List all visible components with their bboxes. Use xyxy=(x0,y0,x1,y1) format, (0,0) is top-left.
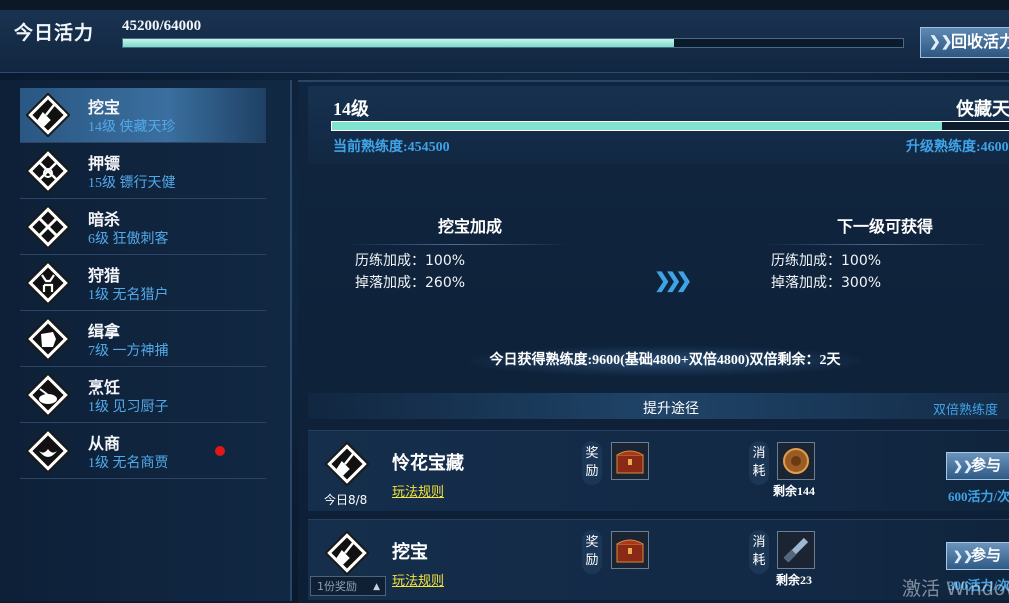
windows-activation-watermark: 激活 Windows xyxy=(902,578,1009,600)
sidebar-item-level: 1级 无名商贾 xyxy=(88,456,169,471)
treasure-chest-icon xyxy=(616,450,644,474)
top-edge xyxy=(0,0,1009,10)
current-proficiency: 当前熟练度:454500 xyxy=(333,140,450,155)
double-proficiency-link[interactable]: 双倍熟练度 xyxy=(933,399,998,418)
remaining-count: 剩余144 xyxy=(773,484,816,498)
current-exp-bonus: 历练加成：100% xyxy=(355,253,466,269)
spyglass-icon xyxy=(783,537,809,563)
shovel-icon xyxy=(324,441,370,487)
vitality-value: 45200/64000 xyxy=(122,18,202,34)
double-chevron-icon: ❯❯ xyxy=(929,35,953,50)
sidebar-item-name: 挖宝 xyxy=(88,100,121,117)
next-bonus-title: 下一级可获得 xyxy=(836,219,933,236)
vitality-cost: 600活力/次 xyxy=(948,489,1009,504)
ingot-icon xyxy=(26,429,70,473)
top-bar xyxy=(0,0,1009,73)
recycle-vitality-label: 回收活力 xyxy=(951,34,1009,51)
sidebar-item-arrest[interactable]: 缉拿 7级 一方神捕 xyxy=(20,312,266,367)
sidebar-item-level: 7级 一方神捕 xyxy=(88,344,169,359)
proficiency-bar xyxy=(331,121,1009,131)
rules-link[interactable]: 玩法规则 xyxy=(392,481,444,500)
double-chevron-icon: ❯❯ xyxy=(953,549,974,563)
sidebar-item-name: 从商 xyxy=(88,436,121,453)
sidebar-item-level: 1级 见习厨子 xyxy=(88,400,169,415)
daily-count: 今日8/8 xyxy=(324,493,368,507)
reward-tag: 奖励 xyxy=(582,530,602,574)
level-title: 侠藏天珍 xyxy=(956,99,1009,119)
sidebar-item-level: 6级 狂傲刺客 xyxy=(88,232,169,247)
sidebar-item-level: 15级 镖行天健 xyxy=(88,176,176,191)
sidebar-item-trade[interactable]: 从商 1级 无名商贾 xyxy=(20,424,266,479)
double-chevron-icon: ❯❯ xyxy=(953,459,974,473)
deer-icon xyxy=(26,261,70,305)
join-label: 参与 xyxy=(971,458,1002,474)
activity-name: 怜花宝藏 xyxy=(392,453,464,473)
divider xyxy=(765,244,990,245)
reward-item-slot[interactable] xyxy=(611,531,649,569)
shovel-icon xyxy=(324,530,370,576)
upgrade-proficiency: 升级熟练度:460000 xyxy=(906,140,1009,155)
rules-link[interactable]: 玩法规则 xyxy=(392,570,444,589)
consume-tag: 消耗 xyxy=(749,441,769,485)
reward-tag: 奖励 xyxy=(582,441,602,485)
sidebar-item-level: 14级 侠藏天珍 xyxy=(88,120,176,135)
sidebar-item-level: 1级 无名猎户 xyxy=(88,288,169,303)
notification-dot xyxy=(215,446,225,456)
vitality-bar-fill xyxy=(123,39,674,47)
treasure-chest-icon xyxy=(616,539,644,563)
sidebar-item-name: 押镖 xyxy=(88,156,121,173)
triangle-up-icon: ▲ xyxy=(373,582,380,592)
sidebar-item-name: 缉拿 xyxy=(88,324,121,341)
sidebar-item-assassin[interactable]: 暗杀 6级 狂傲刺客 xyxy=(20,200,266,255)
sidebar-item-cook[interactable]: 烹饪 1级 见习厨子 xyxy=(20,368,266,423)
today-proficiency-gain: 今日获得熟练度:9600(基础4800+双倍4800)双倍剩余：2天 xyxy=(470,346,860,376)
sidebar-item-name: 狩猎 xyxy=(88,268,121,285)
cooking-pot-icon xyxy=(26,373,70,417)
recycle-vitality-button[interactable]: ❯❯ 回收活力 xyxy=(920,27,1009,58)
escort-crossed-swords-icon xyxy=(26,149,70,193)
consume-item-slot[interactable] xyxy=(777,442,815,480)
activity-name: 挖宝 xyxy=(392,542,428,562)
join-button[interactable]: ❯❯ 参与 xyxy=(946,452,1009,480)
current-bonus-title: 挖宝加成 xyxy=(437,219,502,236)
crossed-daggers-icon xyxy=(26,205,70,249)
remaining-count: 剩余23 xyxy=(776,573,813,587)
join-label: 参与 xyxy=(971,548,1002,564)
consume-tag: 消耗 xyxy=(749,530,769,574)
shovel-icon xyxy=(26,93,70,137)
current-drop-bonus: 掉落加成：260% xyxy=(355,275,466,291)
bronze-mirror-icon xyxy=(783,448,809,474)
fist-icon xyxy=(26,317,70,361)
triple-chevron-icon: ❯❯❯ xyxy=(654,270,692,292)
vitality-bar xyxy=(122,38,904,48)
sidebar-item-hunt[interactable]: 狩猎 1级 无名猎户 xyxy=(20,256,266,311)
current-level: 14级 xyxy=(333,99,369,119)
sidebar-item-escort[interactable]: 押镖 15级 镖行天健 xyxy=(20,144,266,199)
divider xyxy=(345,244,570,245)
reward-count-label: 1份奖励 xyxy=(317,580,357,593)
join-button[interactable]: ❯❯ 参与 xyxy=(946,542,1009,570)
vitality-title: 今日活力 xyxy=(14,23,95,44)
upgrade-title: 提升途径 xyxy=(643,401,699,417)
proficiency-track xyxy=(332,122,1009,130)
consume-item-slot[interactable] xyxy=(777,531,815,569)
reward-count-dropdown[interactable]: 1份奖励 ▲ xyxy=(310,576,386,596)
next-drop-bonus: 掉落加成：300% xyxy=(771,275,882,291)
reward-item-slot[interactable] xyxy=(611,442,649,480)
sidebar-item-name: 烹饪 xyxy=(88,380,121,397)
next-exp-bonus: 历练加成：100% xyxy=(771,253,882,269)
activity-row: 今日8/8 怜花宝藏 玩法规则 奖励 消耗 剩余144 xyxy=(308,430,1009,511)
sidebar-item-name: 暗杀 xyxy=(88,212,121,229)
sidebar-item-dig[interactable]: 挖宝 14级 侠藏天珍 xyxy=(20,88,266,143)
proficiency-fill xyxy=(332,122,943,130)
